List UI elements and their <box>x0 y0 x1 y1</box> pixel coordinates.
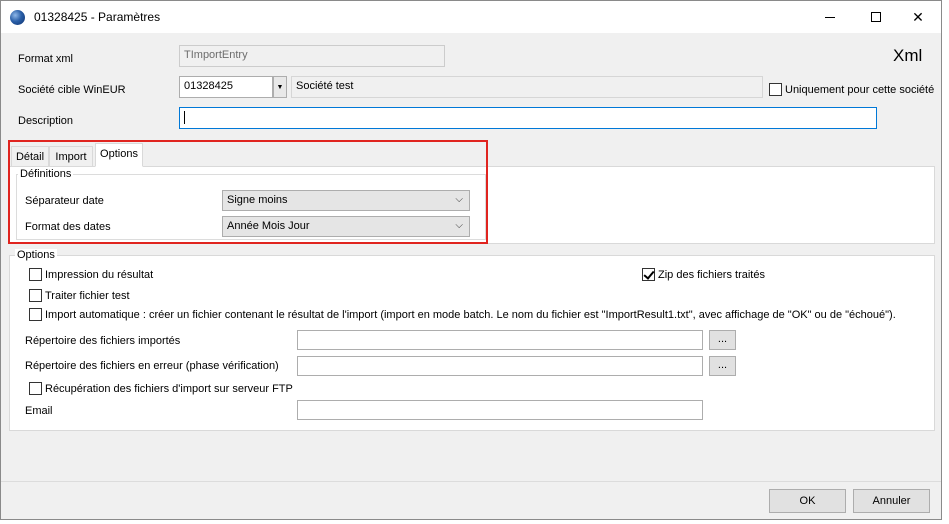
chevron-down-icon: ⌵ <box>455 194 463 205</box>
ftp-checkbox[interactable] <box>29 382 42 395</box>
footer-separator <box>1 481 941 482</box>
ok-button[interactable]: OK <box>769 489 846 513</box>
uniquement-label: Uniquement pour cette société <box>785 84 935 96</box>
chevron-down-icon: ⌵ <box>455 220 463 231</box>
separateur-label: Séparateur date <box>25 195 104 207</box>
format-dates-select[interactable]: Année Mois Jour ⌵ <box>222 216 470 237</box>
rep-importes-browse-button[interactable]: ... <box>709 330 736 350</box>
rep-importes-input[interactable] <box>297 330 703 350</box>
societe-name-field: Société test <box>291 76 763 98</box>
settings-window: 01328425 - Paramètres ✕ Format xml TImpo… <box>0 0 942 520</box>
traiter-test-label: Traiter fichier test <box>45 290 130 302</box>
impression-checkbox[interactable] <box>29 268 42 281</box>
window-title: 01328425 - Paramètres <box>34 10 161 24</box>
tab-options[interactable]: Options <box>95 143 143 167</box>
import-auto-label: Import automatique : créer un fichier co… <box>45 309 896 321</box>
societe-label: Société cible WinEUR <box>18 84 126 96</box>
rep-erreur-browse-button[interactable]: ... <box>709 356 736 376</box>
format-dates-label: Format des dates <box>25 221 111 233</box>
email-input[interactable] <box>297 400 703 420</box>
separateur-value: Signe moins <box>227 194 288 206</box>
maximize-button[interactable] <box>853 1 899 33</box>
cancel-button[interactable]: Annuler <box>853 489 930 513</box>
format-xml-label: Format xml <box>18 53 73 65</box>
minimize-button[interactable] <box>807 1 853 33</box>
separateur-select[interactable]: Signe moins ⌵ <box>222 190 470 211</box>
rep-erreur-input[interactable] <box>297 356 703 376</box>
format-dates-value: Année Mois Jour <box>227 220 310 232</box>
title-bar: 01328425 - Paramètres ✕ <box>1 1 941 33</box>
societe-dropdown-button[interactable]: ▼ <box>273 76 287 98</box>
rep-erreur-label: Répertoire des fichiers en erreur (phase… <box>25 360 279 372</box>
definitions-title: Définitions <box>18 168 74 180</box>
rep-importes-label: Répertoire des fichiers importés <box>25 335 181 347</box>
description-input[interactable] <box>179 107 877 129</box>
close-button[interactable]: ✕ <box>895 1 941 33</box>
zip-checkbox[interactable] <box>642 268 655 281</box>
tab-import[interactable]: Import <box>49 146 93 167</box>
zip-label: Zip des fichiers traités <box>658 269 765 281</box>
options-group: Options Impression du résultat Zip des f… <box>9 249 935 431</box>
options-title: Options <box>15 249 57 261</box>
import-auto-checkbox[interactable] <box>29 308 42 321</box>
maximize-icon <box>871 12 881 22</box>
societe-code-select[interactable]: 01328425 <box>179 76 273 98</box>
minimize-icon <box>825 16 835 18</box>
xml-badge: Xml <box>893 46 923 65</box>
format-xml-field: TImportEntry <box>179 45 445 67</box>
options-tab-page: Définitions Séparateur date Signe moins … <box>9 166 935 244</box>
close-icon: ✕ <box>912 8 924 25</box>
ftp-label: Récupération des fichiers d'import sur s… <box>45 383 293 395</box>
app-logo-icon <box>10 10 25 25</box>
chevron-down-icon: ▼ <box>276 83 284 91</box>
tab-detail[interactable]: Détail <box>11 146 49 167</box>
traiter-test-checkbox[interactable] <box>29 289 42 302</box>
text-caret <box>184 111 185 124</box>
uniquement-checkbox[interactable] <box>769 83 782 96</box>
impression-label: Impression du résultat <box>45 269 154 281</box>
description-label: Description <box>18 115 74 127</box>
email-label: Email <box>25 405 53 417</box>
